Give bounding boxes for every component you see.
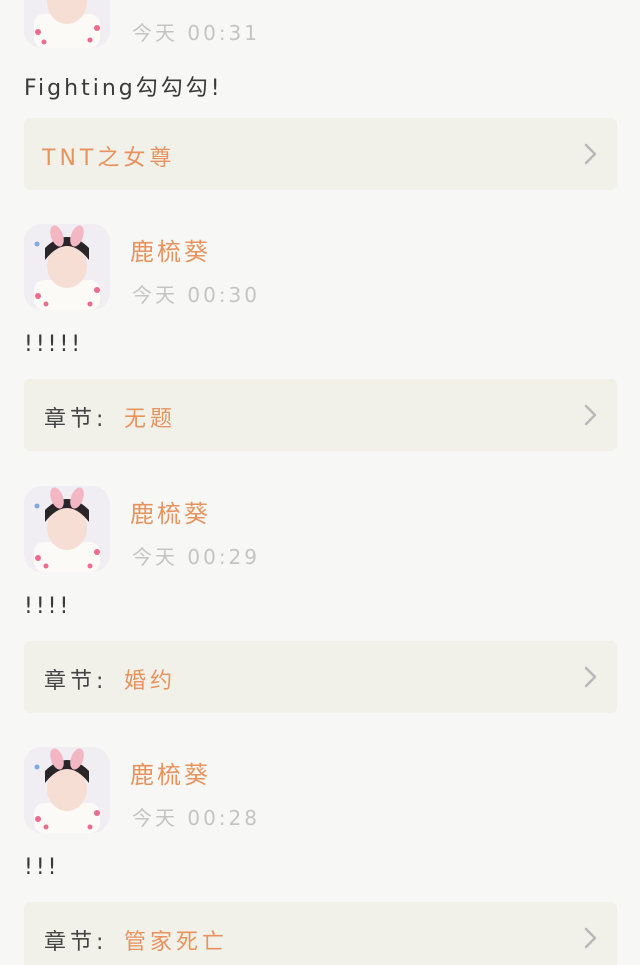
comment-text: !!!!! [24, 332, 84, 357]
comment-item: 鹿梳葵 今天 00:30 !!!!! 章节: 无题 [0, 224, 640, 452]
comment-text: !!!! [24, 594, 72, 619]
chapter-title: 管家死亡 [124, 930, 229, 955]
chapter-title: 婚约 [124, 669, 177, 694]
chevron-right-icon [584, 404, 597, 426]
chapter-label: 章节: [44, 669, 108, 694]
comment-username[interactable]: 鹿梳葵 [130, 232, 211, 267]
comment-item: 今天 00:31 Fighting勾勾勾! TNT之女尊 [0, 0, 640, 190]
comment-item: 鹿梳葵 今天 00:29 !!!! 章节: 婚约 [0, 486, 640, 714]
chapter-link-card[interactable]: 章节: 无题 [24, 379, 617, 451]
chapter-title: 无题 [124, 407, 177, 432]
comment-username[interactable]: 鹿梳葵 [130, 755, 211, 790]
chevron-right-icon [584, 143, 597, 165]
avatar[interactable] [24, 224, 110, 310]
chevron-right-icon [584, 666, 597, 688]
comment-timestamp: 今天 00:31 [132, 21, 260, 45]
comment-feed: 今天 00:31 Fighting勾勾勾! TNT之女尊 鹿梳葵 今天 00:3… [0, 0, 640, 965]
chapter-link-card[interactable]: TNT之女尊 [24, 118, 617, 190]
avatar[interactable] [24, 486, 110, 572]
comment-timestamp: 今天 00:30 [132, 283, 260, 307]
comment-text: Fighting勾勾勾! [24, 76, 223, 101]
chevron-right-icon [584, 927, 597, 949]
chapter-link-card[interactable]: 章节: 管家死亡 [24, 902, 617, 965]
avatar[interactable] [24, 0, 110, 48]
chapter-label: 章节: [44, 930, 108, 955]
comment-item: 鹿梳葵 今天 00:28 !!! 章节: 管家死亡 [0, 747, 640, 965]
chapter-title: TNT之女尊 [42, 146, 176, 171]
avatar[interactable] [24, 747, 110, 833]
chapter-link-card[interactable]: 章节: 婚约 [24, 641, 617, 713]
comment-username[interactable]: 鹿梳葵 [130, 494, 211, 529]
comment-text: !!! [24, 855, 60, 880]
comment-timestamp: 今天 00:29 [132, 545, 260, 569]
chapter-label: 章节: [44, 407, 108, 432]
comment-timestamp: 今天 00:28 [132, 806, 260, 830]
